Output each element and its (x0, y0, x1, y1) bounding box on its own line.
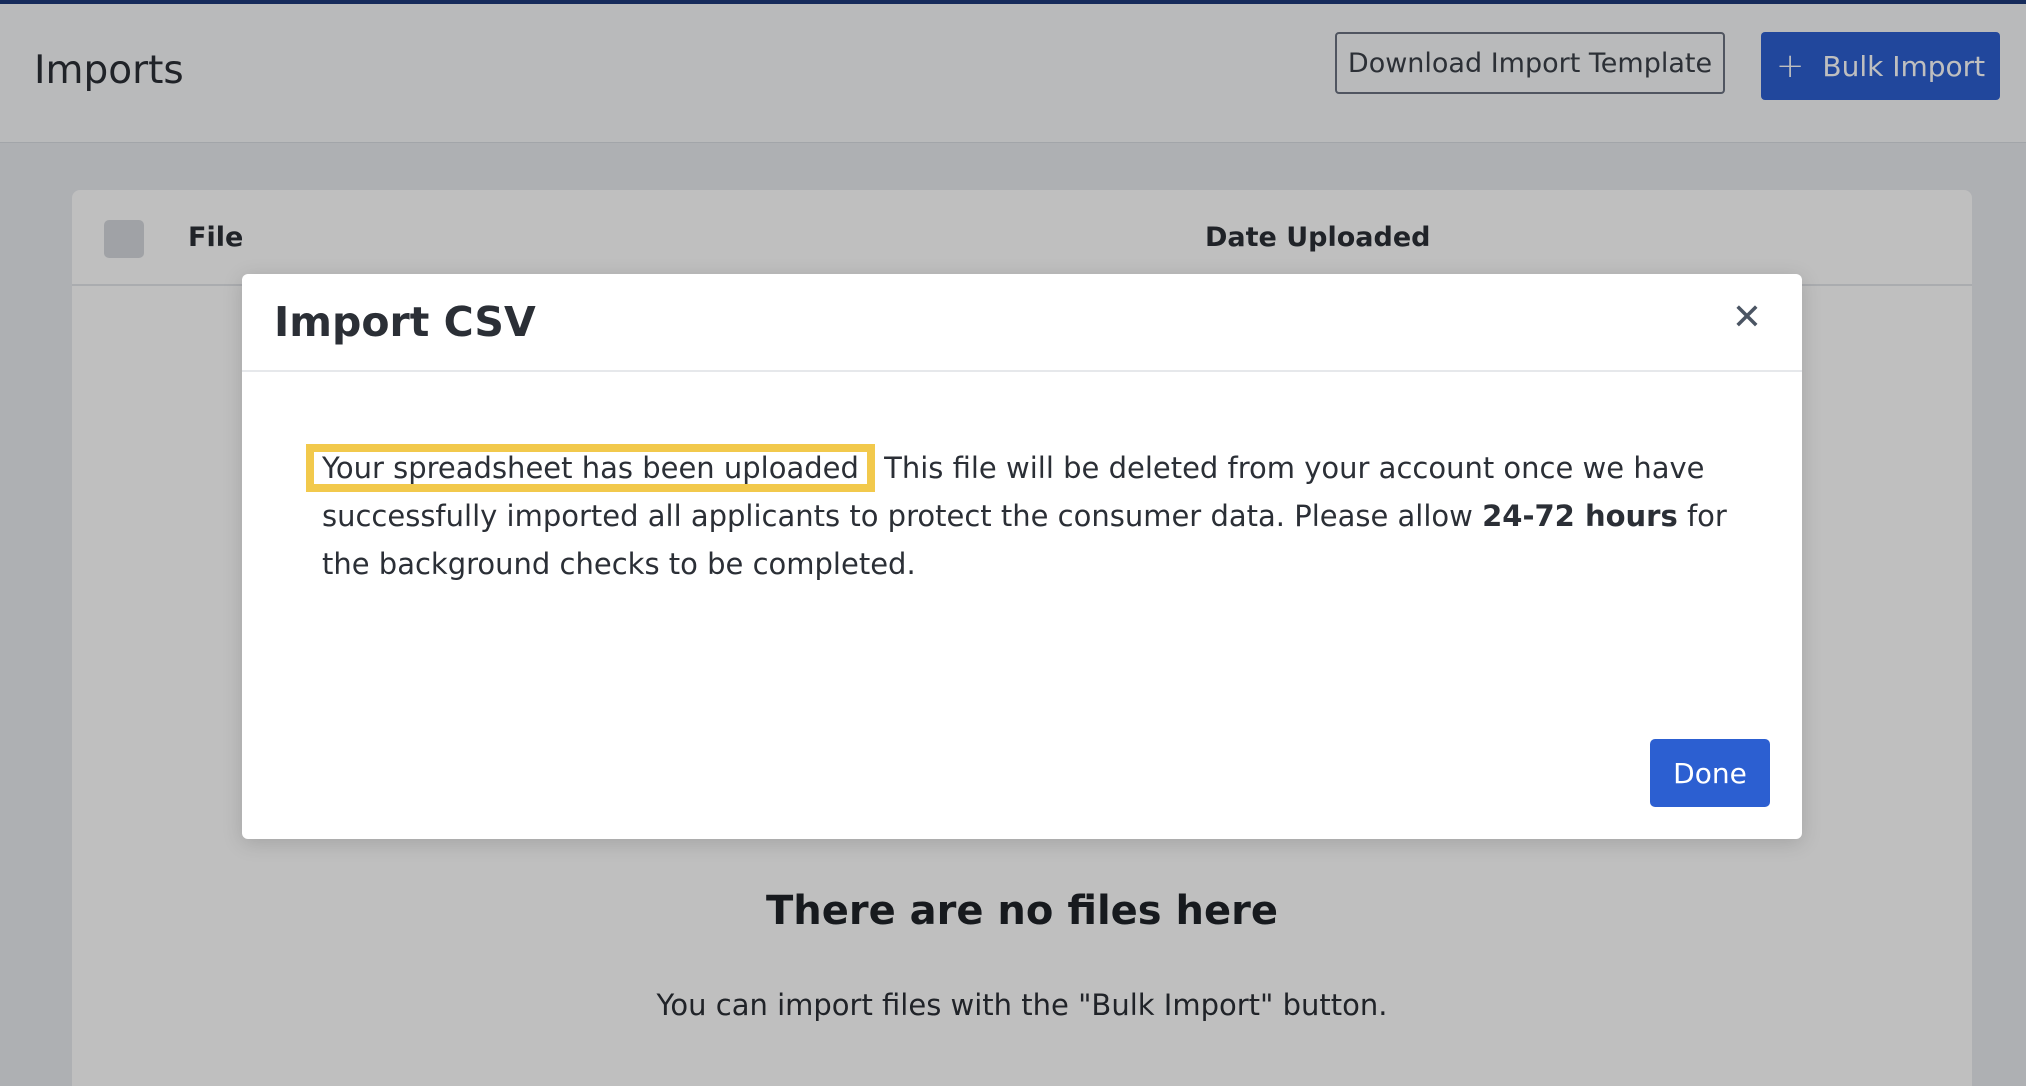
app-root: Imports Download Import Template + Bulk … (0, 0, 2026, 1086)
modal-title: Import CSV (274, 298, 536, 346)
close-icon[interactable]: ✕ (1732, 300, 1762, 336)
modal-message: Your spreadsheet has been uploaded This … (306, 444, 1742, 588)
upload-success-highlight: Your spreadsheet has been uploaded (306, 444, 875, 492)
modal-body-bold-hours: 24-72 hours (1482, 499, 1678, 533)
import-csv-modal: Import CSV ✕ Your spreadsheet has been u… (242, 274, 1802, 839)
done-button[interactable]: Done (1650, 739, 1770, 807)
modal-header: Import CSV ✕ (242, 274, 1802, 372)
